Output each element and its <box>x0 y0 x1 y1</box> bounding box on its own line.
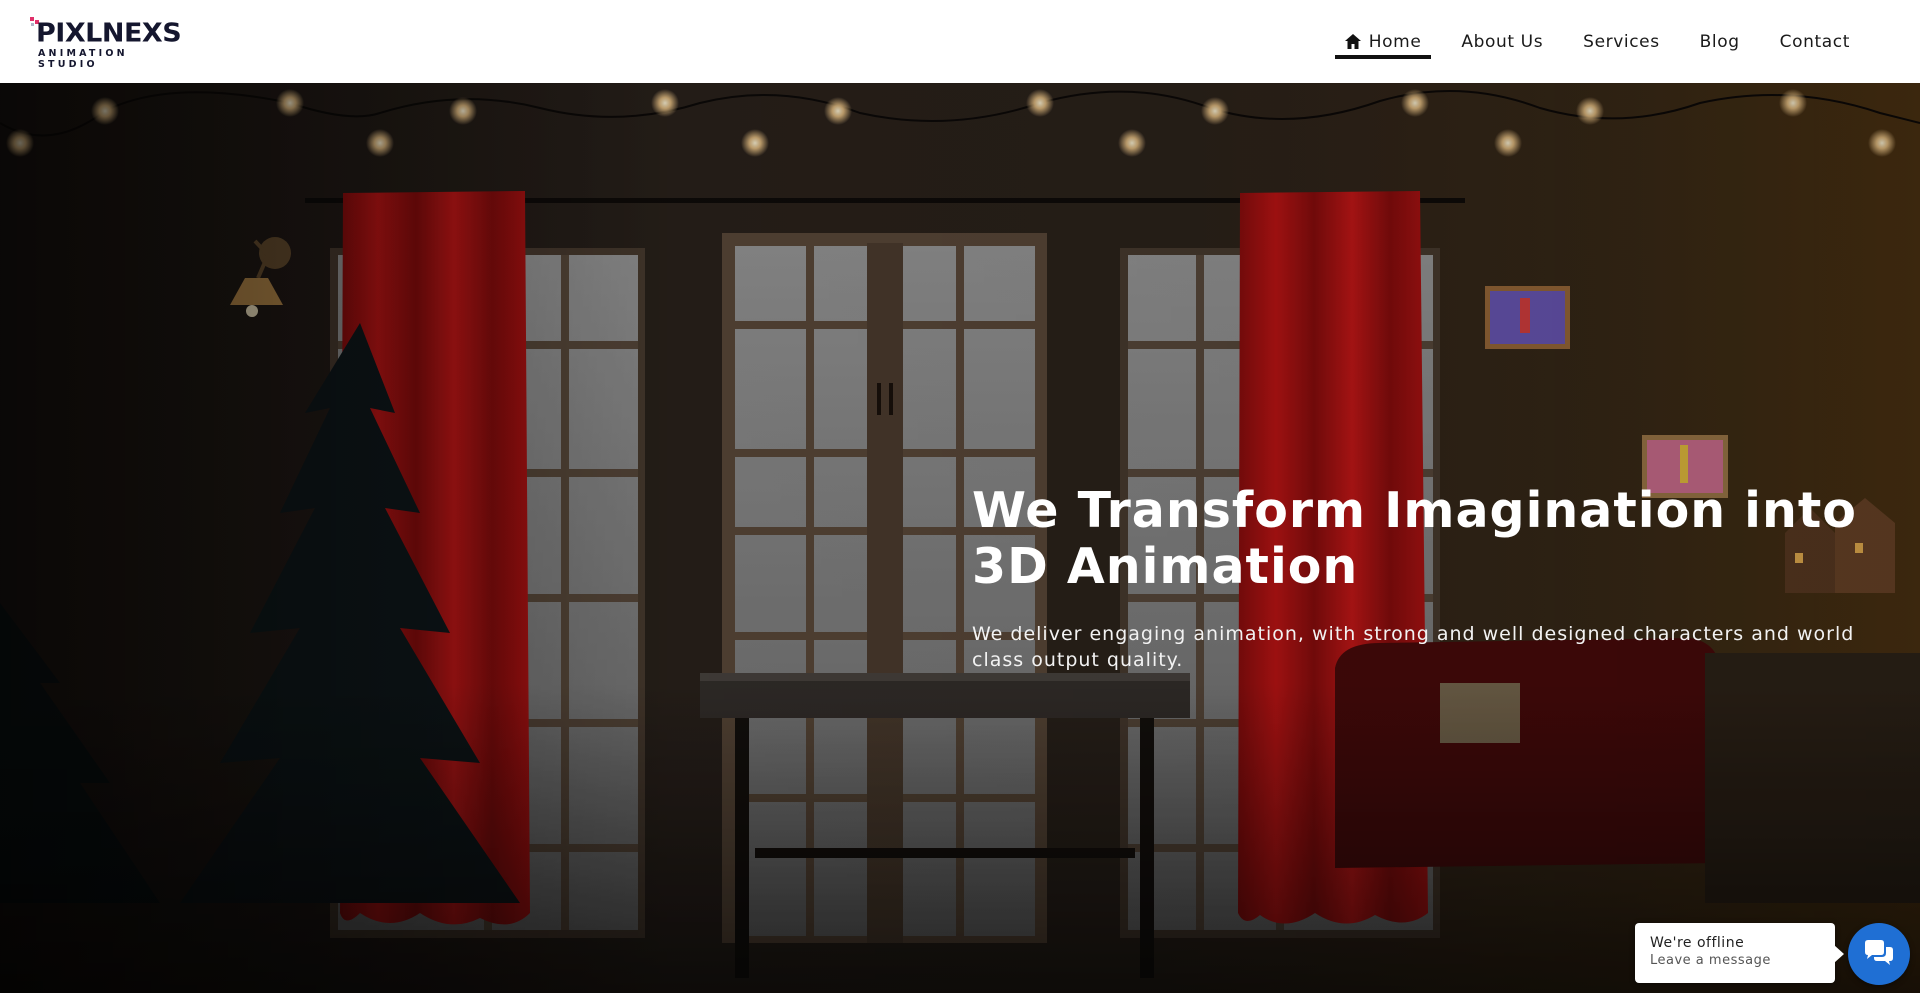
nav-item-label: Blog <box>1699 31 1740 52</box>
nav-item-services[interactable]: Services <box>1563 0 1680 83</box>
nav-item-label: Services <box>1583 31 1660 52</box>
chat-message-prompt: Leave a message <box>1650 953 1771 968</box>
nav-item-label: Home <box>1368 31 1422 52</box>
chat-offline-bubble[interactable]: We're offline Leave a message <box>1635 923 1844 983</box>
nav-item-contact[interactable]: Contact <box>1760 0 1870 83</box>
hero-section: We Transform Imagination into 3D Animati… <box>0 83 1920 993</box>
chat-bubbles-icon <box>1865 940 1893 965</box>
nav-item-label: About Us <box>1461 31 1544 52</box>
nav-item-blog[interactable]: Blog <box>1680 0 1760 83</box>
hero-content: We Transform Imagination into 3D Animati… <box>972 483 1872 673</box>
logo[interactable]: PIXLNEXS ANIMATION STUDIO <box>30 16 182 70</box>
chat-launcher-button[interactable] <box>1848 923 1910 985</box>
nav-item-label: Contact <box>1779 31 1850 52</box>
logo-wordmark: PIXLNEXS <box>36 18 182 48</box>
logo-tagline: ANIMATION STUDIO <box>38 47 128 70</box>
hero-title: We Transform Imagination into 3D Animati… <box>972 482 1857 595</box>
main-nav: Home About Us Services Blog Contact <box>1334 0 1870 83</box>
hero-subtitle: We deliver engaging animation, with stro… <box>972 623 1855 671</box>
site-header: PIXLNEXS ANIMATION STUDIO Home About Us … <box>0 0 1920 83</box>
chat-status: We're offline <box>1650 935 1745 951</box>
nav-item-home[interactable]: Home <box>1334 0 1432 83</box>
home-icon <box>1344 34 1361 49</box>
nav-item-about-us[interactable]: About Us <box>1441 0 1563 83</box>
